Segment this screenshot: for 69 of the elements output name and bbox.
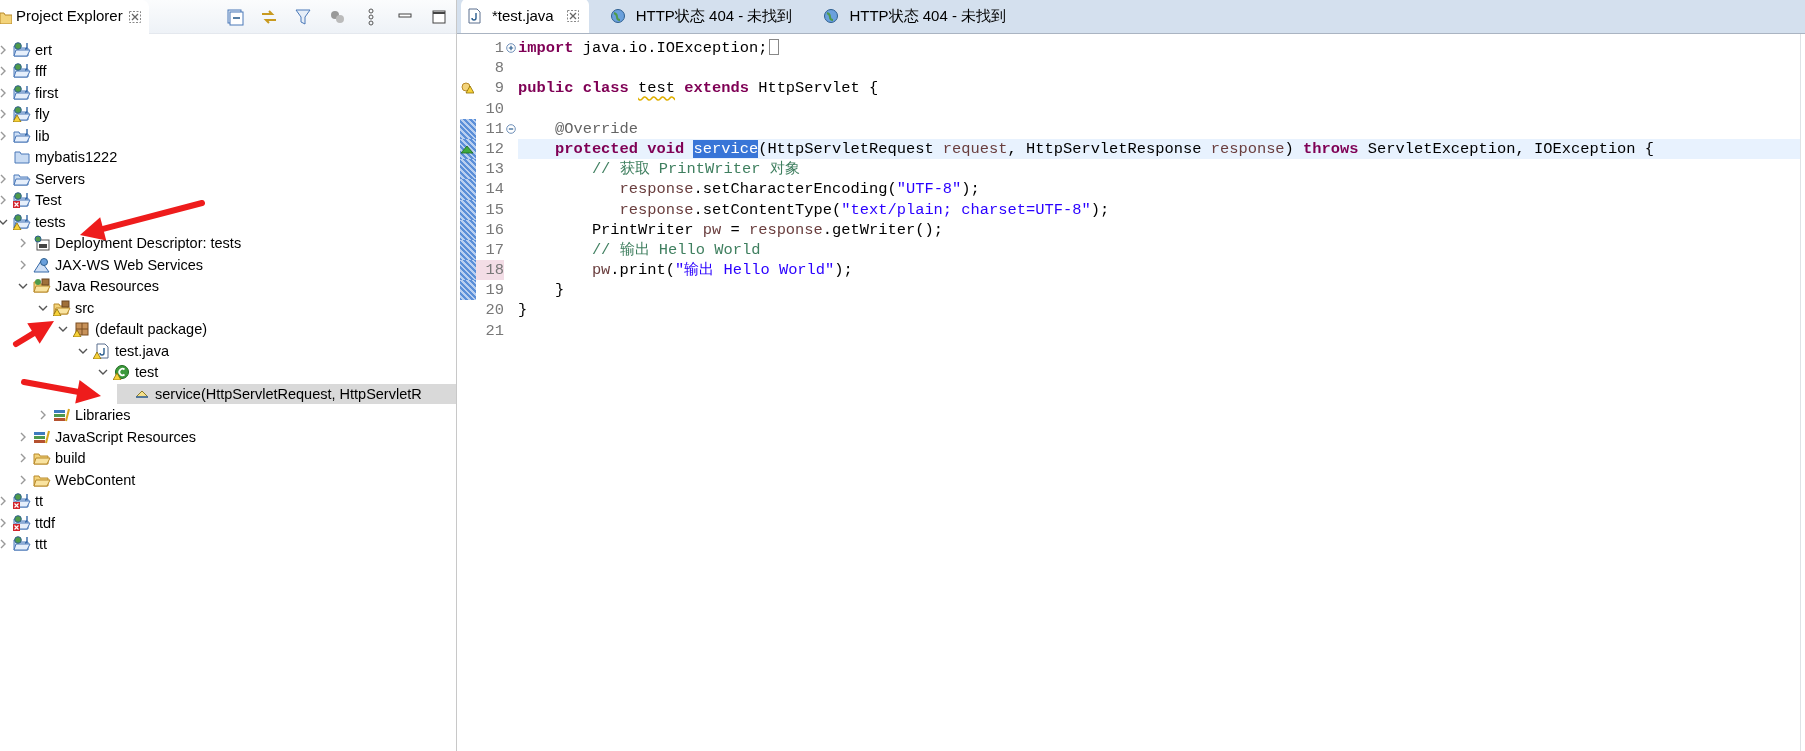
tree-item[interactable]: lib xyxy=(0,125,456,146)
line-number: 20 xyxy=(484,300,504,321)
code-line: } xyxy=(553,281,565,300)
filter-icon[interactable] xyxy=(294,7,312,26)
close-icon[interactable] xyxy=(566,10,579,22)
tree-item[interactable]: Test xyxy=(0,190,456,210)
tree-item[interactable]: tt xyxy=(0,491,456,511)
java-file-icon xyxy=(465,8,483,24)
tree-item[interactable]: Java Resources xyxy=(17,276,456,296)
line-number: 17 xyxy=(484,239,504,261)
tree-item[interactable]: fly xyxy=(0,104,456,124)
tree-item[interactable]: build xyxy=(17,448,456,468)
tree-item[interactable]: JAX-WS Web Services xyxy=(17,254,456,275)
line-number: 13 xyxy=(484,159,504,180)
link-icon[interactable] xyxy=(260,7,278,26)
tree-item[interactable]: service(HttpServletRequest, HttpServletR xyxy=(117,383,456,404)
line-number: 14 xyxy=(484,179,504,200)
tree-item[interactable]: first xyxy=(0,82,456,103)
line-number: 16 xyxy=(484,219,504,240)
line-number: 11 xyxy=(484,118,504,139)
globe-icon xyxy=(822,8,841,24)
tree-item[interactable]: ert xyxy=(0,39,456,60)
tree-item[interactable]: mybatis1222 xyxy=(0,147,456,167)
line-number: 1 xyxy=(493,38,504,59)
globe-icon xyxy=(608,8,627,24)
tree-item[interactable]: tests xyxy=(0,211,456,232)
tree-item[interactable]: ttdf xyxy=(0,512,456,533)
tree-item[interactable]: (default package) xyxy=(57,319,456,339)
line-number: 15 xyxy=(484,199,504,220)
code-line: import java.io.IOException; xyxy=(518,39,768,57)
expand-icon[interactable] xyxy=(506,43,516,54)
close-icon[interactable] xyxy=(128,10,141,23)
tree-item[interactable]: Servers xyxy=(0,168,456,189)
code-line: @Override xyxy=(553,119,639,138)
editor-tab[interactable]: HTTP状态 404 - 未找到 xyxy=(604,0,803,33)
line-number: 9 xyxy=(493,78,504,99)
tree-item[interactable]: Deployment Descriptor: tests xyxy=(17,233,456,253)
editor-tab[interactable]: HTTP状态 404 - 未找到 xyxy=(818,0,1017,33)
line-number: 10 xyxy=(484,98,504,119)
tree-item[interactable]: test.java xyxy=(77,340,456,361)
tree-item[interactable]: src xyxy=(37,297,456,318)
line-number: 19 xyxy=(484,280,504,301)
code-line: // 获取 PrintWriter 对象 xyxy=(590,160,800,179)
code-line: public class test extends HttpServlet { xyxy=(518,79,879,98)
tree-item[interactable]: ttt xyxy=(0,534,456,554)
code-line: PrintWriter pw = response.getWriter(); xyxy=(590,220,943,239)
line-number: 18 xyxy=(476,260,504,281)
tree-item[interactable]: Libraries xyxy=(37,405,456,425)
code-line: protected void service(HttpServletRequest request, HttpServletResponse response) throws ServletException, IOException { xyxy=(553,139,1655,158)
code-line: pw.print("输出 Hello World"); xyxy=(590,261,853,280)
collapse-icon[interactable] xyxy=(506,123,516,134)
tree-item[interactable]: JavaScript Resources xyxy=(17,426,456,447)
editor-tab[interactable]: *test.java xyxy=(461,0,589,33)
tree-item[interactable]: WebContent xyxy=(17,469,456,490)
collapsed-marker[interactable] xyxy=(769,39,780,55)
maximize-icon[interactable] xyxy=(430,7,448,26)
line-number: 8 xyxy=(493,58,504,79)
warning-icon xyxy=(460,81,474,96)
line-number: 12 xyxy=(484,138,504,160)
tree-item[interactable]: test xyxy=(97,362,456,382)
tree-item[interactable]: fff xyxy=(0,61,456,81)
line-number: 21 xyxy=(484,320,504,341)
collapse-all-icon[interactable] xyxy=(226,7,244,26)
folder-icon xyxy=(0,9,12,24)
code-line: response.setCharacterEncoding("UTF-8"); xyxy=(618,180,980,199)
arrow-annotation xyxy=(13,321,54,347)
code-line: response.setContentType("text/plain; charset=UTF-8"); xyxy=(618,200,1110,219)
code-line: // 输出 Hello World xyxy=(590,240,761,259)
code-line: } xyxy=(518,301,528,320)
